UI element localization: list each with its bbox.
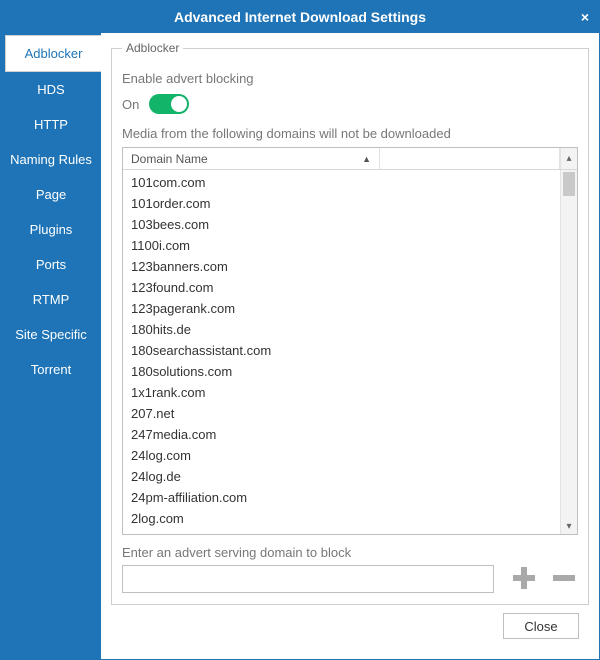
domain-list-body: 101com.com101order.com103bees.com1100i.c… xyxy=(123,170,560,534)
domain-row[interactable]: 24pm-affiliation.com xyxy=(123,487,560,508)
window-body: AdblockerHDSHTTPNaming RulesPagePluginsP… xyxy=(1,33,599,659)
sidebar-item-adblocker[interactable]: Adblocker xyxy=(5,35,101,72)
close-button[interactable]: Close xyxy=(503,613,579,639)
settings-window: Advanced Internet Download Settings × Ad… xyxy=(0,0,600,660)
add-domain-button[interactable] xyxy=(510,564,538,594)
remove-domain-button[interactable] xyxy=(550,564,578,594)
sidebar-item-ports[interactable]: Ports xyxy=(1,247,101,282)
column-spacer xyxy=(380,148,560,169)
domain-row[interactable]: 103bees.com xyxy=(123,214,560,235)
domain-row[interactable]: 101com.com xyxy=(123,172,560,193)
domain-list-header: Domain Name ▲ ▴ xyxy=(123,148,577,170)
enable-toggle[interactable] xyxy=(149,94,189,114)
titlebar: Advanced Internet Download Settings × xyxy=(1,1,599,33)
toggle-knob xyxy=(171,96,187,112)
window-close-icon[interactable]: × xyxy=(581,10,589,24)
sidebar-item-naming-rules[interactable]: Naming Rules xyxy=(1,142,101,177)
sidebar-item-site-specific[interactable]: Site Specific xyxy=(1,317,101,352)
domain-row[interactable]: 24log.de xyxy=(123,466,560,487)
sort-asc-icon: ▲ xyxy=(362,154,371,164)
sidebar: AdblockerHDSHTTPNaming RulesPagePluginsP… xyxy=(1,33,101,659)
domain-row[interactable]: 123found.com xyxy=(123,277,560,298)
window-title: Advanced Internet Download Settings xyxy=(174,9,426,25)
sidebar-item-http[interactable]: HTTP xyxy=(1,107,101,142)
domain-row[interactable]: 180hits.de xyxy=(123,319,560,340)
vertical-scrollbar[interactable]: ▾ xyxy=(560,170,577,534)
domain-row[interactable]: 207.net xyxy=(123,403,560,424)
column-header-domain[interactable]: Domain Name ▲ xyxy=(123,148,380,169)
main-panel: Adblocker Enable advert blocking On Medi… xyxy=(101,33,599,659)
domain-input-label: Enter an advert serving domain to block xyxy=(122,545,578,560)
footer: Close xyxy=(111,605,589,649)
column-header-label: Domain Name xyxy=(131,152,208,166)
add-remove-controls xyxy=(510,564,578,594)
domain-row[interactable]: 2log.com xyxy=(123,508,560,529)
sidebar-item-rtmp[interactable]: RTMP xyxy=(1,282,101,317)
sidebar-item-hds[interactable]: HDS xyxy=(1,72,101,107)
domain-row[interactable]: 1100i.com xyxy=(123,235,560,256)
list-body-wrap: 101com.com101order.com103bees.com1100i.c… xyxy=(123,170,577,534)
domain-input[interactable] xyxy=(122,565,494,593)
plus-icon xyxy=(510,564,538,592)
domain-row[interactable]: 101order.com xyxy=(123,193,560,214)
panel-legend: Adblocker xyxy=(122,41,183,55)
domain-row[interactable]: 180solutions.com xyxy=(123,361,560,382)
sidebar-item-plugins[interactable]: Plugins xyxy=(1,212,101,247)
adblocker-panel: Adblocker Enable advert blocking On Medi… xyxy=(111,41,589,605)
chevron-down-icon: ▾ xyxy=(561,521,577,532)
chevron-up-icon: ▴ xyxy=(564,154,574,164)
scrollbar-thumb[interactable] xyxy=(563,172,575,196)
domain-row[interactable]: 1x1rank.com xyxy=(123,382,560,403)
enable-label: Enable advert blocking xyxy=(122,71,578,86)
domain-input-row xyxy=(122,564,578,594)
domain-row[interactable]: 247media.com xyxy=(123,424,560,445)
minus-icon xyxy=(550,564,578,592)
domain-row[interactable]: 123pagerank.com xyxy=(123,298,560,319)
sidebar-item-page[interactable]: Page xyxy=(1,177,101,212)
domain-list: Domain Name ▲ ▴ 101com.com101order.com10… xyxy=(122,147,578,535)
scroll-up-button[interactable]: ▴ xyxy=(560,148,577,169)
domain-list-hint: Media from the following domains will no… xyxy=(122,126,578,141)
domain-row[interactable]: 180searchassistant.com xyxy=(123,340,560,361)
toggle-state-label: On xyxy=(122,97,139,112)
toggle-row: On xyxy=(122,94,578,114)
domain-row[interactable]: 24log.com xyxy=(123,445,560,466)
sidebar-item-torrent[interactable]: Torrent xyxy=(1,352,101,387)
domain-row[interactable]: 123banners.com xyxy=(123,256,560,277)
